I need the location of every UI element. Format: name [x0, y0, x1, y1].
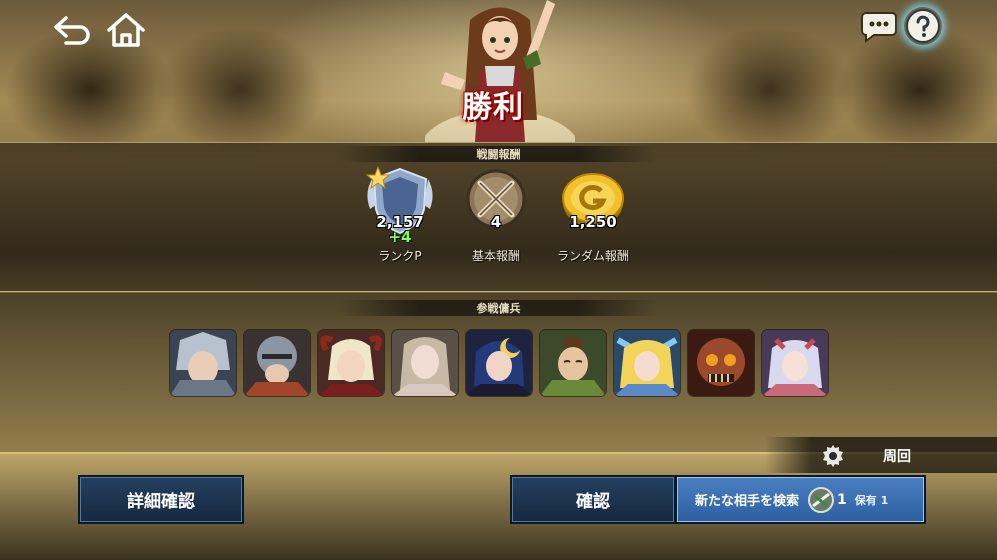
confirm-button[interactable]: 確認 [510, 475, 676, 524]
participant-list [170, 330, 828, 396]
random-reward-value: 1,250 [569, 213, 617, 231]
chat-icon[interactable] [860, 9, 898, 43]
rank-shield-icon: 2,157 +4 [364, 165, 436, 246]
loop-label: 周回 [883, 449, 911, 465]
unit-mechanical-demon[interactable] [688, 330, 754, 396]
detail-button[interactable]: 詳細確認 [78, 475, 244, 524]
unit-horned-girl[interactable] [318, 330, 384, 396]
gear-icon [821, 444, 845, 468]
unit-monk[interactable] [540, 330, 606, 396]
rank-point-delta: +4 [388, 228, 412, 246]
home-icon[interactable] [104, 10, 148, 50]
unit-pale-woman[interactable] [392, 330, 458, 396]
victory-label: 勝利 [462, 90, 524, 125]
random-reward-label: ランダム報酬 [556, 249, 629, 263]
unit-silver-knight[interactable] [170, 330, 236, 396]
search-opponent-button[interactable]: 新たな相手を検索 1 保有 1 [675, 475, 926, 524]
search-opponent-label: 新たな相手を検索 [695, 494, 800, 509]
random-reward: 1,250 ランダム報酬 [543, 165, 643, 264]
rank-point-reward: 2,157 +4 ランクP [350, 165, 450, 264]
search-ticket-count: 1 [837, 491, 847, 508]
unit-armored-knight[interactable] [244, 330, 310, 396]
rank-point-label: ランクP [378, 249, 422, 263]
help-icon[interactable] [904, 7, 942, 45]
base-reward-value: 4 [490, 213, 502, 231]
participants-title: 参戦傭兵 [340, 300, 657, 316]
owned-count: 保有 1 [854, 493, 889, 507]
unit-moon-witch[interactable] [466, 330, 532, 396]
gold-coin-icon: 1,250 [557, 165, 629, 237]
loop-toggle[interactable]: 周回 [765, 437, 997, 473]
base-reward-label: 基本報酬 [471, 249, 520, 263]
unit-silver-haired-girl[interactable] [762, 330, 828, 396]
back-icon[interactable] [52, 12, 92, 48]
unit-blonde-valkyrie[interactable] [614, 330, 680, 396]
crossed-swords-icon: 4 [460, 165, 532, 237]
search-ticket-icon [807, 486, 835, 514]
battle-rewards-title: 戦闘報酬 [340, 146, 657, 162]
base-reward: 4 基本報酬 [446, 165, 546, 264]
